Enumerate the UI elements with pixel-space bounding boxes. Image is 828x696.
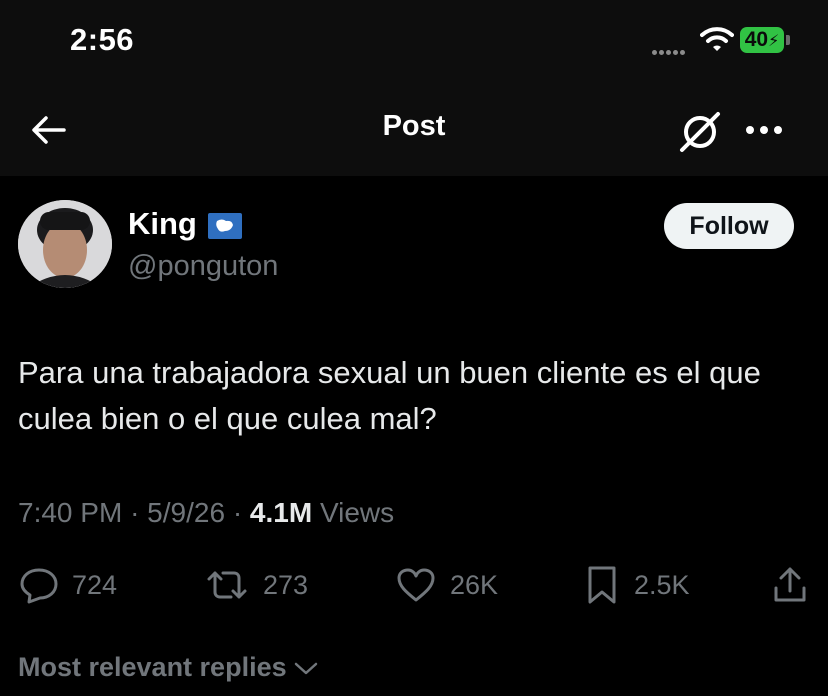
- repost-count: 273: [263, 569, 309, 600]
- like-button[interactable]: 26K: [394, 563, 498, 607]
- reply-icon: [20, 568, 58, 604]
- like-count: 26K: [450, 569, 499, 600]
- battery-level: 40: [744, 28, 769, 51]
- author-name[interactable]: King: [128, 206, 197, 242]
- bookmark-icon: [588, 566, 616, 604]
- repost-icon: [207, 571, 247, 599]
- meta-separator: ·: [232, 497, 250, 528]
- wifi-icon: [700, 26, 734, 57]
- repost-button[interactable]: 273: [203, 563, 308, 607]
- grok-icon: [680, 112, 720, 152]
- status-time: 2:56: [70, 22, 135, 57]
- more-icon: [746, 126, 782, 134]
- antarctica-flag-icon: [208, 213, 242, 244]
- share-icon: [774, 567, 806, 602]
- grok-button[interactable]: [678, 110, 722, 159]
- bookmark-count: 2.5K: [634, 569, 690, 600]
- views-label: Views: [319, 497, 395, 528]
- replies-sort-dropdown[interactable]: Most relevant replies: [18, 652, 319, 683]
- battery-icon: 40⚡: [740, 27, 784, 53]
- post-text: Para una trabajadora sexual un buen clie…: [18, 355, 761, 436]
- post-meta: 7:40 PM · 5/9/26 · 4.1M Views: [18, 497, 394, 529]
- reply-button[interactable]: 724: [18, 563, 117, 607]
- follow-button[interactable]: Follow: [664, 203, 794, 249]
- replies-sort-label: Most relevant replies: [18, 652, 287, 682]
- cellular-signal-icon: [652, 42, 687, 60]
- battery-tip: [786, 35, 790, 45]
- bookmark-button[interactable]: 2.5K: [582, 563, 690, 607]
- chevron-down-icon: [294, 662, 317, 674]
- post-date: 5/9/26: [147, 497, 226, 528]
- post-time: 7:40 PM: [18, 497, 123, 528]
- share-button[interactable]: [770, 563, 822, 607]
- author-handle[interactable]: @ponguton: [128, 250, 278, 283]
- meta-separator: ·: [130, 497, 148, 528]
- avatar[interactable]: [18, 200, 112, 288]
- views-count: 4.1M: [249, 497, 313, 528]
- heart-icon: [397, 568, 435, 602]
- more-options-button[interactable]: [742, 112, 786, 153]
- reply-count: 724: [72, 569, 118, 600]
